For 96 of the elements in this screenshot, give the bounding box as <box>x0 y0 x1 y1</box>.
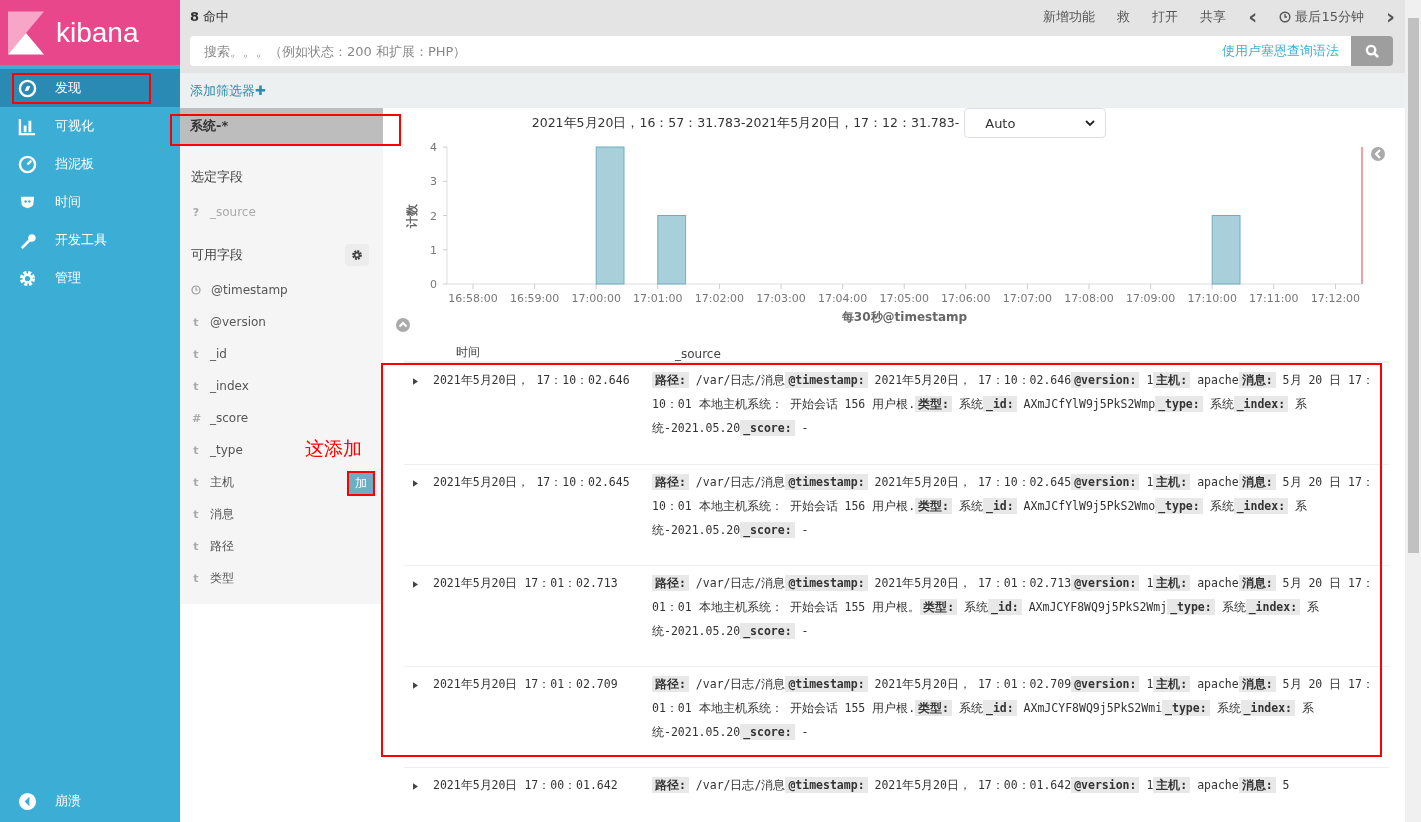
field-name[interactable]: 类型 <box>210 569 234 587</box>
clock-icon <box>1279 11 1292 23</box>
table-cell-text: 路径: /var/日志/消息 @timestamp: 2021年5月20日， 17：10：02.646 @version: 1 主机: apache 消息: 5月 20 日 17：10：01 本地主机系统： 开始会话 156 用户根. 类型: 系统 _id: AXmJCfYlW9j5PkS2Wmp _type: 系统 _index: 系统-2021.05.20 _score: - <box>652 371 1375 438</box>
field-type-icon: t <box>192 539 200 553</box>
x-tick-label: 17:03:00 <box>756 292 806 305</box>
kibana-logo[interactable]: kibana <box>0 0 180 65</box>
field-type-icon: t <box>192 475 200 489</box>
field-name[interactable]: _type <box>210 443 243 457</box>
histogram-bar[interactable] <box>1211 215 1241 285</box>
time-range-text: 2021年5月20日，16：57：31.783-2021年5月20日，17：12：31.783- <box>531 114 960 132</box>
x-tick-label: 17:02:00 <box>694 292 745 305</box>
column-header[interactable]: _source <box>675 347 721 361</box>
compass-icon <box>18 78 37 98</box>
x-tick-label: 17:00:00 <box>571 292 621 305</box>
section-title: 选定字段 <box>190 168 244 186</box>
field-name[interactable]: @timestamp <box>211 283 288 297</box>
field-name[interactable]: _index <box>210 379 249 393</box>
field-name[interactable]: 主机 <box>210 473 234 491</box>
field-type-icon: # <box>192 411 200 425</box>
x-tick-label: 17:11:00 <box>1249 292 1299 305</box>
x-tick-label: 17:07:00 <box>1002 292 1053 305</box>
hits-count: 8 命中 <box>190 8 230 26</box>
field-name[interactable]: 路径 <box>210 537 234 555</box>
expand-icon[interactable] <box>413 682 418 689</box>
field-type-icon: t <box>192 347 200 361</box>
field-name[interactable]: @version <box>210 315 266 329</box>
x-tick-label: 16:59:00 <box>509 292 560 305</box>
histogram-bar[interactable] <box>595 146 625 285</box>
nav-item[interactable]: 发现 <box>0 69 180 107</box>
table-cell-text: 路径: /var/日志/消息 @timestamp: 2021年5月20日， 17：10：02.645 @version: 1 主机: apache 消息: 5月 20 日 17：10：01 本地主机系统： 开始会话 156 用户根. 类型: 系统 _id: AXmJCfYlW9j5PkS2Wmo _type: 系统 _index: 系统-2021.05.20 _score: - <box>652 473 1375 540</box>
table-cell-text: 2021年5月20日， 17：10：02.645 <box>433 475 631 491</box>
column-header[interactable]: 时间 <box>456 344 675 361</box>
collapse-icon[interactable] <box>1371 147 1385 161</box>
gauge-icon <box>18 154 37 174</box>
previous-button[interactable]: ‹ <box>1248 6 1258 28</box>
section-title: 可用字段 <box>190 246 244 264</box>
y-axis: 0 1 2 3 4 <box>430 141 448 291</box>
gear-icon <box>18 268 37 288</box>
expand-icon[interactable] <box>413 378 418 385</box>
x-tick-label: 17:08:00 <box>1064 292 1114 305</box>
menu-link[interactable]: 救 <box>1117 8 1131 26</box>
x-tick-label: 17:01:00 <box>633 292 683 305</box>
x-tick-label: 17:09:00 <box>1125 292 1176 305</box>
menu-link[interactable]: 共享 <box>1200 8 1227 26</box>
x-tick-label: 17:04:00 <box>817 292 868 305</box>
clock-icon <box>191 285 201 295</box>
menu-link[interactable]: 打开 <box>1152 8 1179 26</box>
x-tick-label: 17:06:00 <box>941 292 991 305</box>
y-tick-label: 2 <box>430 209 437 223</box>
menu-link[interactable]: 新增功能 <box>1043 8 1096 26</box>
expand-icon[interactable] <box>413 480 418 487</box>
field-type-icon: t <box>192 443 200 457</box>
next-button[interactable]: › <box>1385 6 1395 28</box>
x-tick-label: 17:10:00 <box>1187 292 1237 305</box>
table-cell-text: 2021年5月20日， 17：10：02.646 <box>433 373 631 389</box>
time-picker[interactable]: 最后15分钟 <box>1279 8 1364 26</box>
field-type-icon: t <box>192 379 200 393</box>
scrollbar[interactable] <box>1405 0 1421 822</box>
search-button[interactable] <box>1351 36 1393 66</box>
y-axis-label: 计数 <box>405 204 419 228</box>
search-icon <box>1364 43 1380 59</box>
expand-icon[interactable] <box>413 581 418 588</box>
settings-button[interactable] <box>345 244 369 266</box>
bar-chart-icon <box>18 116 37 136</box>
table-cell-text: 2021年5月20日 17：01：02.709 <box>433 677 619 693</box>
logo-text: kibana <box>56 16 139 49</box>
x-tick-label: 17:05:00 <box>879 292 929 305</box>
x-axis-label: 每30秒@timestamp <box>841 310 968 324</box>
field-type-icon: t <box>192 507 200 521</box>
histogram-bar[interactable] <box>657 215 687 285</box>
field-type-icon: t <box>192 315 200 329</box>
y-tick-label: 1 <box>430 243 437 257</box>
settings-icon <box>351 249 363 261</box>
table-cell-text: 路径: /var/日志/消息 @timestamp: 2021年5月20日， 17：01：02.709 @version: 1 主机: apache 消息: 5月 20 日 17：01：01 本地主机系统： 开始会话 155 用户根. 类型: 系统 _id: AXmJCYF8WQ9j5PkS2Wmi _type: 系统 _index: 系统-2021.05.20 _score: - <box>652 675 1375 742</box>
field-type-icon: ? <box>192 205 200 219</box>
y-tick-label: 3 <box>430 175 437 189</box>
interval-select[interactable]: Auto <box>964 108 1107 138</box>
caret-icon <box>1085 120 1096 126</box>
field-type-icon: t <box>192 571 200 585</box>
table-cell-text: 2021年5月20日 17：00：01.642 <box>433 778 619 794</box>
field-name[interactable]: _score <box>210 411 249 425</box>
table-cell: 路径: /var/日志/消息 @timestamp: 2021年5月20日， 17：00：01.642 @version: 1 主机: apache 消息: 5 <box>652 773 1389 822</box>
table-cell-text: 2021年5月20日 17：01：02.713 <box>433 576 619 592</box>
x-tick-label: 17:12:00 <box>1310 292 1361 305</box>
logo-icon <box>8 9 44 56</box>
y-tick-label: 0 <box>430 278 437 291</box>
expand-icon[interactable] <box>413 783 418 790</box>
y-tick-label: 4 <box>430 141 437 154</box>
collapse-up-icon[interactable] <box>396 318 410 332</box>
add-filter-link[interactable]: 添加筛选器✚ <box>190 81 266 100</box>
field-name[interactable]: _id <box>210 347 227 361</box>
x-tick-label: 16:58:00 <box>448 292 498 305</box>
table-cell-text: 路径: /var/日志/消息 @timestamp: 2021年5月20日， 17：01：02.713 @version: 1 主机: apache 消息: 5月 20 日 17：01：01 本地主机系统： 开始会话 155 用户根。 类型: 系统 _id: AXmJCYF8WQ9j5PkS2Wmj _type: 系统 _index: 系统-2021.05.20 _score: - <box>652 574 1375 641</box>
annotation-note: 这添加 <box>305 436 362 461</box>
index-pattern-title[interactable]: 系统-* <box>180 108 383 144</box>
field-name[interactable]: 消息 <box>210 505 234 523</box>
